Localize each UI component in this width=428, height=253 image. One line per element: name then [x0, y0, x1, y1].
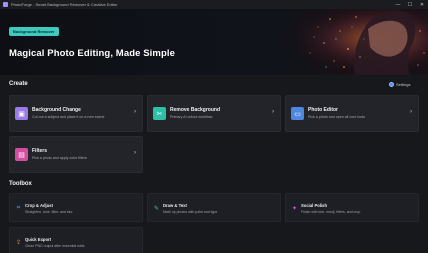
card-title: Background Change [32, 107, 81, 113]
card-description: Pick a photo and apply color filters [32, 156, 87, 160]
create-heading: Create [9, 81, 28, 87]
minimize-button[interactable]: — [392, 0, 404, 9]
chevron-right-icon: › [410, 109, 412, 115]
settings-label: Settings [396, 82, 411, 87]
card-description: Pick a photo and open all core tools [308, 115, 365, 119]
chevron-right-icon: › [134, 150, 136, 156]
app-logo-icon [3, 2, 8, 7]
scissors-icon: ✂ [153, 107, 166, 120]
card-description: Primary AI cutout workflow [170, 115, 213, 119]
card-remove-background[interactable]: ✂ Remove Background Primary AI cutout wo… [147, 95, 281, 132]
folder-icon: ▭ [291, 107, 304, 120]
hero-title: Magical Photo Editing, Made Simple [9, 48, 175, 59]
chevron-right-icon: › [134, 109, 136, 115]
chevron-right-icon: › [272, 109, 274, 115]
tool-social-polish[interactable]: ✦ Social Polish Finish with text, emoji,… [285, 193, 419, 222]
tool-title: Crop & Adjust [25, 203, 53, 208]
close-button[interactable]: ✕ [416, 0, 428, 9]
hero-banner: Background Remover Magical Photo Editing… [0, 9, 428, 75]
title-bar: PhotoForge - Smart Background Remover & … [0, 0, 428, 9]
export-icon: ⇪ [15, 240, 22, 246]
card-photo-editor[interactable]: ▭ Photo Editor Pick a photo and open all… [285, 95, 419, 132]
tool-quick-export[interactable]: ⇪ Quick Export Clean PNG output after es… [9, 227, 143, 253]
crop-icon: ⌗ [16, 205, 21, 211]
card-title: Filters [32, 148, 48, 154]
toolbox-heading: Toolbox [9, 181, 32, 187]
pen-icon: ✎ [153, 206, 160, 212]
maximize-button[interactable]: ☐ [404, 0, 416, 9]
window-title: PhotoForge - Smart Background Remover & … [11, 2, 118, 7]
image-icon: ▣ [15, 107, 28, 120]
feature-badge: Background Remover [9, 27, 59, 36]
tool-description: Straighten, tune, filter, and blur [25, 210, 73, 214]
app-window: PhotoForge - Smart Background Remover & … [0, 0, 428, 253]
card-filters[interactable]: ▤ Filters Pick a photo and apply color f… [9, 136, 143, 173]
card-title: Remove Background [170, 107, 221, 113]
tool-description: Mark up photos with paint and type [163, 210, 218, 214]
hero-portrait-image [260, 9, 428, 75]
tool-description: Clean PNG output after essential edits [25, 244, 85, 248]
tool-title: Social Polish [301, 203, 328, 208]
tool-title: Quick Export [25, 237, 52, 242]
tool-title: Draw & Text [163, 203, 187, 208]
settings-button[interactable]: Settings [389, 82, 410, 87]
gear-icon [389, 82, 394, 87]
card-background-change[interactable]: ▣ Background Change Cut out a subject an… [9, 95, 143, 132]
tool-draw-text[interactable]: ✎ Draw & Text Mark up photos with paint … [147, 193, 281, 222]
sparkle-icon: ✦ [291, 206, 298, 212]
tool-description: Finish with text, emoji, filters, and cr… [301, 210, 361, 214]
card-title: Photo Editor [308, 107, 338, 113]
card-description: Cut out a subject and place it on a new … [32, 115, 105, 119]
tool-crop-adjust[interactable]: ⌗ Crop & Adjust Straighten, tune, filter… [9, 193, 143, 222]
filters-icon: ▤ [15, 148, 28, 161]
